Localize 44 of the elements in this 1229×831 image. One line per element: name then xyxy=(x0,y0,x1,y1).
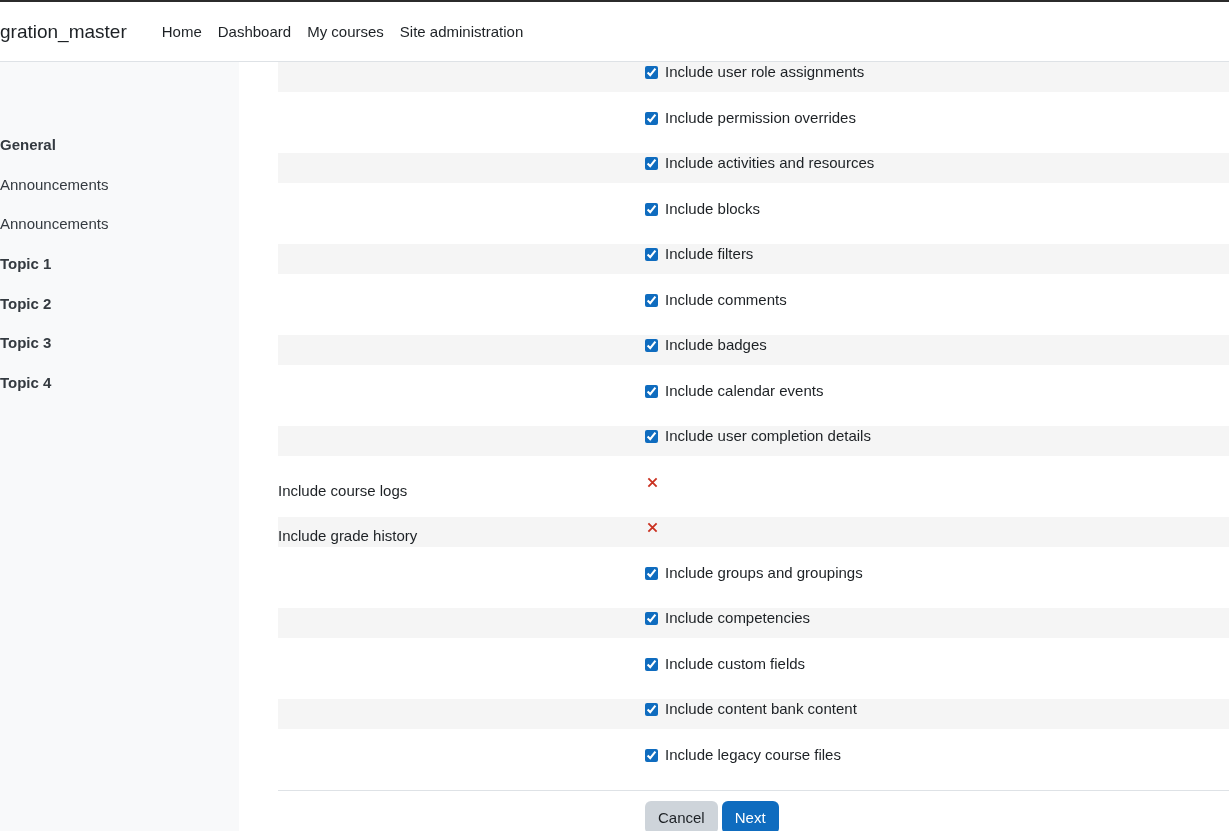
checkbox-label: Include filters xyxy=(665,245,754,263)
checkbox[interactable] xyxy=(645,566,658,580)
setting-label: Include grade history xyxy=(278,527,418,544)
checkbox[interactable] xyxy=(645,202,658,216)
checkbox[interactable] xyxy=(645,339,658,352)
nav-link[interactable]: My courses xyxy=(307,23,384,40)
nav-link[interactable]: Site administration xyxy=(399,23,524,40)
checkbox[interactable] xyxy=(645,157,658,170)
section-link[interactable]: Topic 2 xyxy=(0,294,239,335)
section-link[interactable]: Topic 1 xyxy=(0,255,239,295)
checkbox-label: Include badges xyxy=(665,336,767,354)
checkbox[interactable] xyxy=(645,384,658,398)
checkbox-label: Include calendar events xyxy=(665,381,824,400)
checkbox-label: Include user completion details xyxy=(665,427,871,445)
setting-label: Include course logs xyxy=(278,481,408,499)
checkbox-label: Include permission overrides xyxy=(665,108,856,127)
checkbox[interactable] xyxy=(645,703,658,716)
checkbox-label: Include legacy course files xyxy=(665,745,841,764)
checkbox[interactable] xyxy=(645,66,658,79)
cancel-button[interactable]: Cancel xyxy=(645,801,718,831)
checkbox[interactable] xyxy=(645,248,658,261)
section-link[interactable]: Topic 4 xyxy=(0,374,239,414)
checkbox-label: Include activities and resources xyxy=(665,154,875,172)
section-link[interactable]: General xyxy=(0,136,239,176)
nav-link[interactable]: Dashboard xyxy=(217,23,292,40)
section-link[interactable]: Topic 3 xyxy=(0,334,239,375)
checkbox[interactable] xyxy=(645,748,658,762)
checkbox[interactable] xyxy=(645,612,658,625)
nav-link[interactable]: Home xyxy=(161,23,202,40)
checkbox-label: Include blocks xyxy=(665,199,761,218)
activity-link[interactable]: Announcements xyxy=(0,175,239,216)
checkbox[interactable] xyxy=(645,293,658,307)
checkbox-label: Include content bank content xyxy=(665,700,857,718)
checkbox-label: Include competencies xyxy=(665,609,811,627)
checkbox-label: Include custom fields xyxy=(665,654,806,673)
checkbox[interactable] xyxy=(645,657,658,671)
next-button[interactable]: Next xyxy=(721,801,779,831)
checkbox[interactable] xyxy=(645,111,658,125)
checkbox-label: Include comments xyxy=(665,290,787,309)
checkbox[interactable] xyxy=(645,430,658,443)
checkbox-label: Include user role assignments xyxy=(665,63,865,81)
checkbox-label: Include groups and groupings xyxy=(665,563,863,582)
activity-link[interactable]: Announcements xyxy=(0,215,239,256)
site-name[interactable]: gration_master xyxy=(0,20,127,43)
